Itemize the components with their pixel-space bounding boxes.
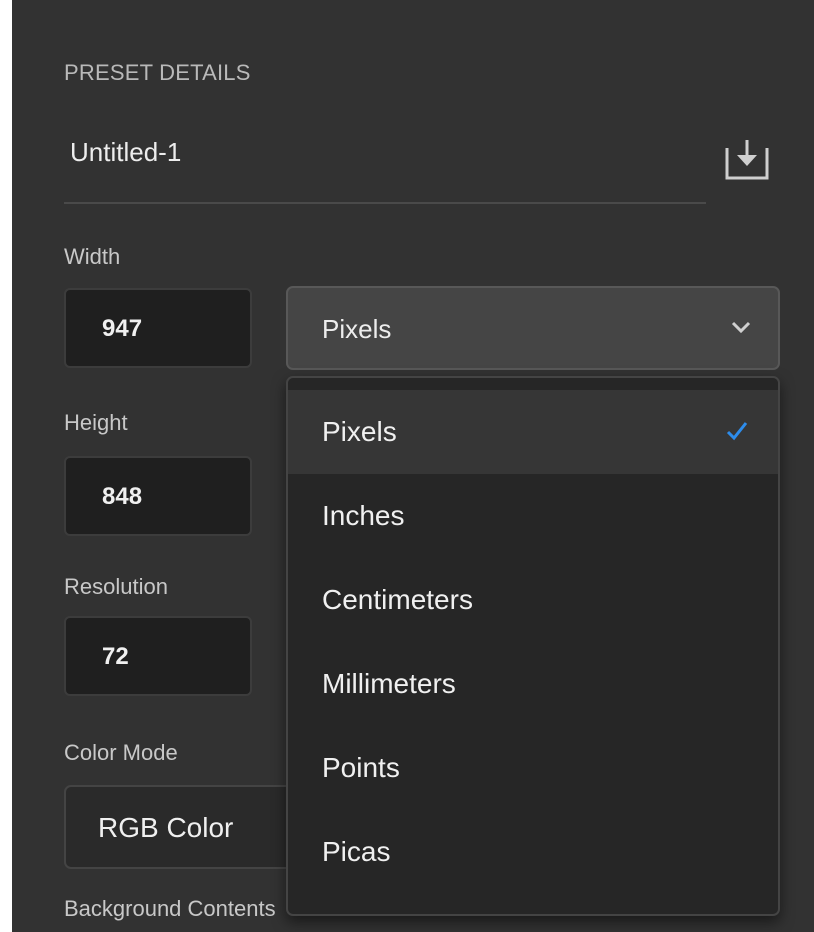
units-dropdown-menu: Pixels Inches Centimeters Millimeters Po… [286,376,780,916]
name-field-underline [64,202,706,204]
unit-option-label: Pixels [322,416,397,447]
background-contents-label: Background Contents [64,896,276,921]
checkmark-icon [726,422,748,441]
resolution-input[interactable]: 72 [64,616,252,696]
height-input[interactable]: 848 [64,456,252,536]
unit-option-inches[interactable]: Inches [288,474,778,558]
units-select-value: Pixels [322,314,392,344]
unit-option-label: Picas [322,836,391,867]
unit-option-pixels[interactable]: Pixels [288,390,778,474]
save-preset-icon[interactable] [724,138,770,182]
units-select[interactable]: Pixels [286,286,780,370]
height-label: Height [64,410,128,435]
unit-option-label: Centimeters [322,584,473,615]
unit-option-label: Inches [322,500,405,531]
width-input[interactable]: 947 [64,288,252,368]
unit-option-centimeters[interactable]: Centimeters [288,558,778,642]
unit-option-label: Millimeters [322,668,456,699]
chevron-down-icon [731,321,751,334]
document-name-field[interactable]: Untitled-1 [70,137,630,168]
resolution-label: Resolution [64,574,168,599]
unit-option-label: Points [322,752,400,783]
unit-option-millimeters[interactable]: Millimeters [288,642,778,726]
unit-option-points[interactable]: Points [288,726,778,810]
color-mode-label: Color Mode [64,740,178,765]
preset-details-panel: PRESET DETAILS Untitled-1 Width 947 Pixe… [12,0,814,932]
width-label: Width [64,244,121,269]
section-title: PRESET DETAILS [64,60,251,85]
unit-option-picas[interactable]: Picas [288,810,778,894]
